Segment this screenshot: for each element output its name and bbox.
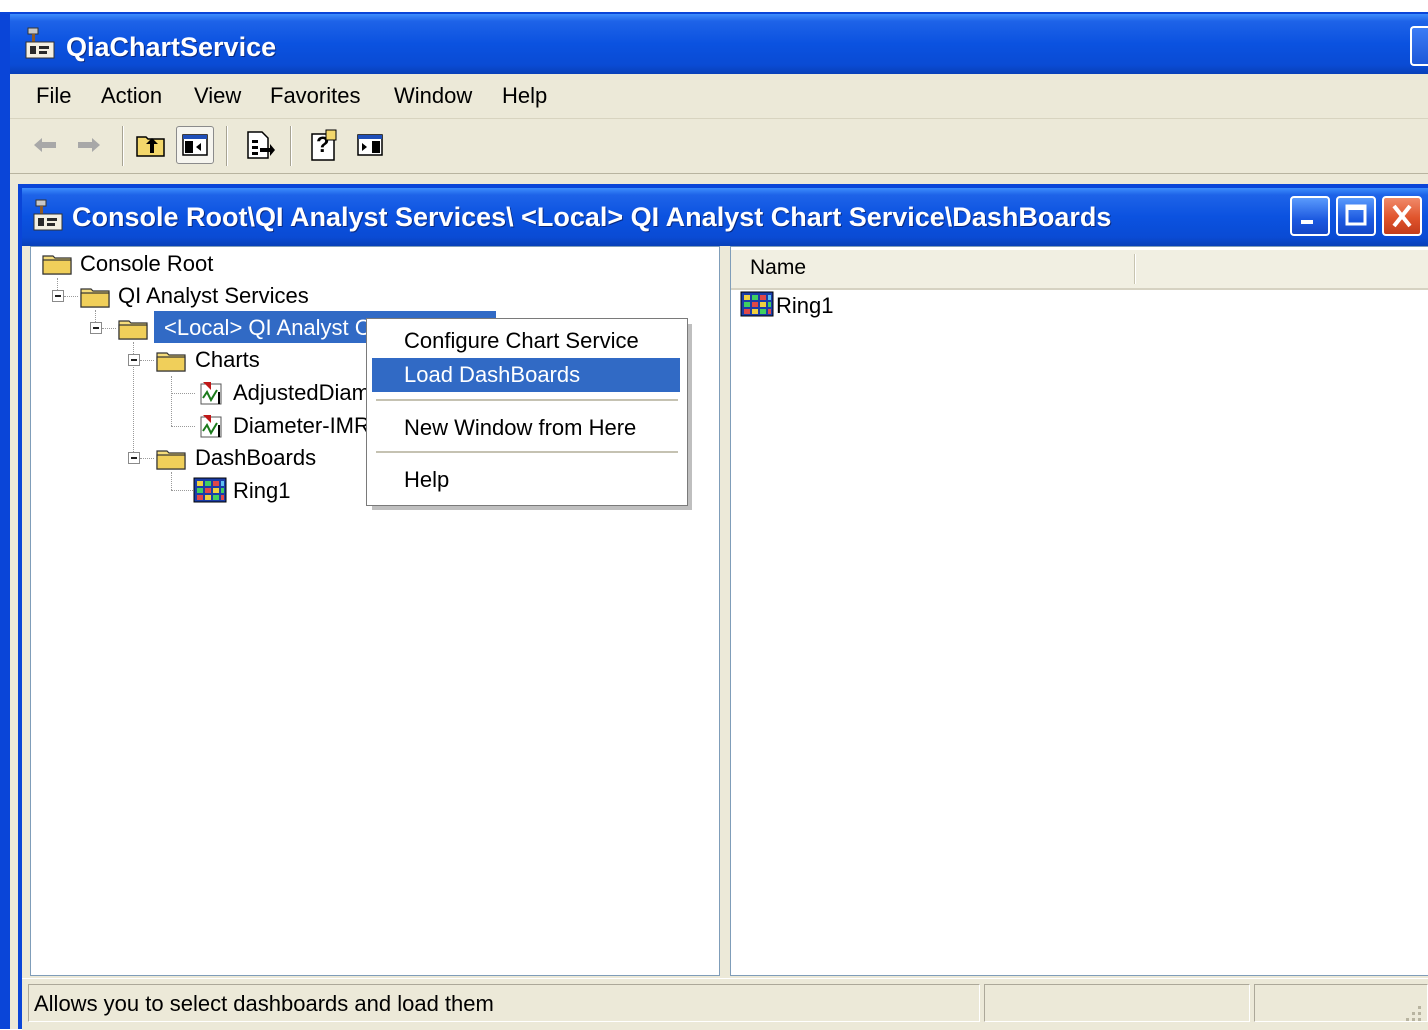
export-list-icon[interactable] [240,126,278,164]
menu-item-configure-chart-service[interactable]: Configure Chart Service [404,326,639,356]
dashboard-icon [193,477,227,503]
folder-icon [118,318,148,340]
folder-icon [42,253,72,275]
tree-line [171,376,172,426]
menu-favorites[interactable]: Favorites [266,81,364,111]
minimize-window-button[interactable] [1290,196,1330,236]
context-menu-separator [376,451,678,454]
menu-help[interactable]: Help [498,81,551,111]
context-menu-separator [376,399,678,402]
menu-item-help[interactable]: Help [404,465,449,495]
tree-line [171,490,195,491]
app-title: QiaChartService [66,32,277,62]
console-title: Console Root\QI Analyst Services\ <Local… [72,202,1112,232]
menu-view[interactable]: View [190,81,245,111]
up-folder-icon[interactable] [132,126,170,164]
help-icon[interactable]: ? [304,126,342,164]
mmc-app-icon[interactable] [24,26,56,60]
status-panel [984,984,1250,1022]
toolbar-separator [122,126,124,166]
tree-line [171,393,195,394]
tree-line [102,328,116,329]
tree-node-local-chart-service[interactable]: <Local> QI Analyst C [164,314,371,342]
resize-grip-icon[interactable] [1400,1000,1424,1024]
minimize-button[interactable] [1410,26,1428,66]
maximize-window-button[interactable] [1336,196,1376,236]
menu-item-new-window-from-here[interactable]: New Window from Here [404,413,636,443]
tree-node-chart-diameter-imr[interactable]: Diameter-IMR [233,412,370,440]
folder-icon [80,286,110,308]
tree-node-console-root[interactable]: Console Root [80,250,213,278]
show-hide-action-pane-icon[interactable] [352,126,390,164]
tree-line [171,426,195,427]
list-item-ring1[interactable]: Ring1 [776,292,833,320]
tree-node-qi-analyst-services[interactable]: QI Analyst Services [118,282,309,310]
toolbar-separator [226,126,228,166]
tree-line [64,296,78,297]
menu-file[interactable]: File [32,81,75,111]
menu-item-load-dashboards[interactable]: Load DashBoards [404,360,580,390]
tree-line [140,458,154,459]
console-app-icon[interactable] [32,198,64,232]
back-arrow-icon[interactable] [26,126,64,164]
tree-line [140,360,154,361]
column-resize-handle[interactable] [1134,254,1136,284]
menu-window[interactable]: Window [390,81,476,111]
tree-node-dashboard-ring1[interactable]: Ring1 [233,477,290,505]
collapse-toggle[interactable] [90,322,102,334]
result-list-pane[interactable] [730,246,1428,976]
toolbar [10,119,1428,174]
status-text: Allows you to select dashboards and load… [34,991,494,1016]
chart-icon [195,411,225,441]
list-header [731,250,1428,290]
toolbar-separator [290,126,292,166]
forward-arrow-icon[interactable] [70,126,108,164]
menu-action[interactable]: Action [97,81,166,111]
column-header-name[interactable]: Name [750,254,806,282]
tree-line [171,472,172,490]
folder-icon [156,350,186,372]
collapse-toggle[interactable] [52,290,64,302]
dashboard-icon [740,291,774,317]
show-hide-tree-icon[interactable] [176,126,214,164]
folder-icon [156,448,186,470]
tree-node-charts[interactable]: Charts [195,346,260,374]
collapse-toggle[interactable] [128,354,140,366]
collapse-toggle[interactable] [128,452,140,464]
chart-icon [195,378,225,408]
tree-node-dashboards[interactable]: DashBoards [195,444,316,472]
tree-node-chart-adjusted-diam[interactable]: AdjustedDiam [233,379,370,407]
close-window-button[interactable] [1382,196,1422,236]
